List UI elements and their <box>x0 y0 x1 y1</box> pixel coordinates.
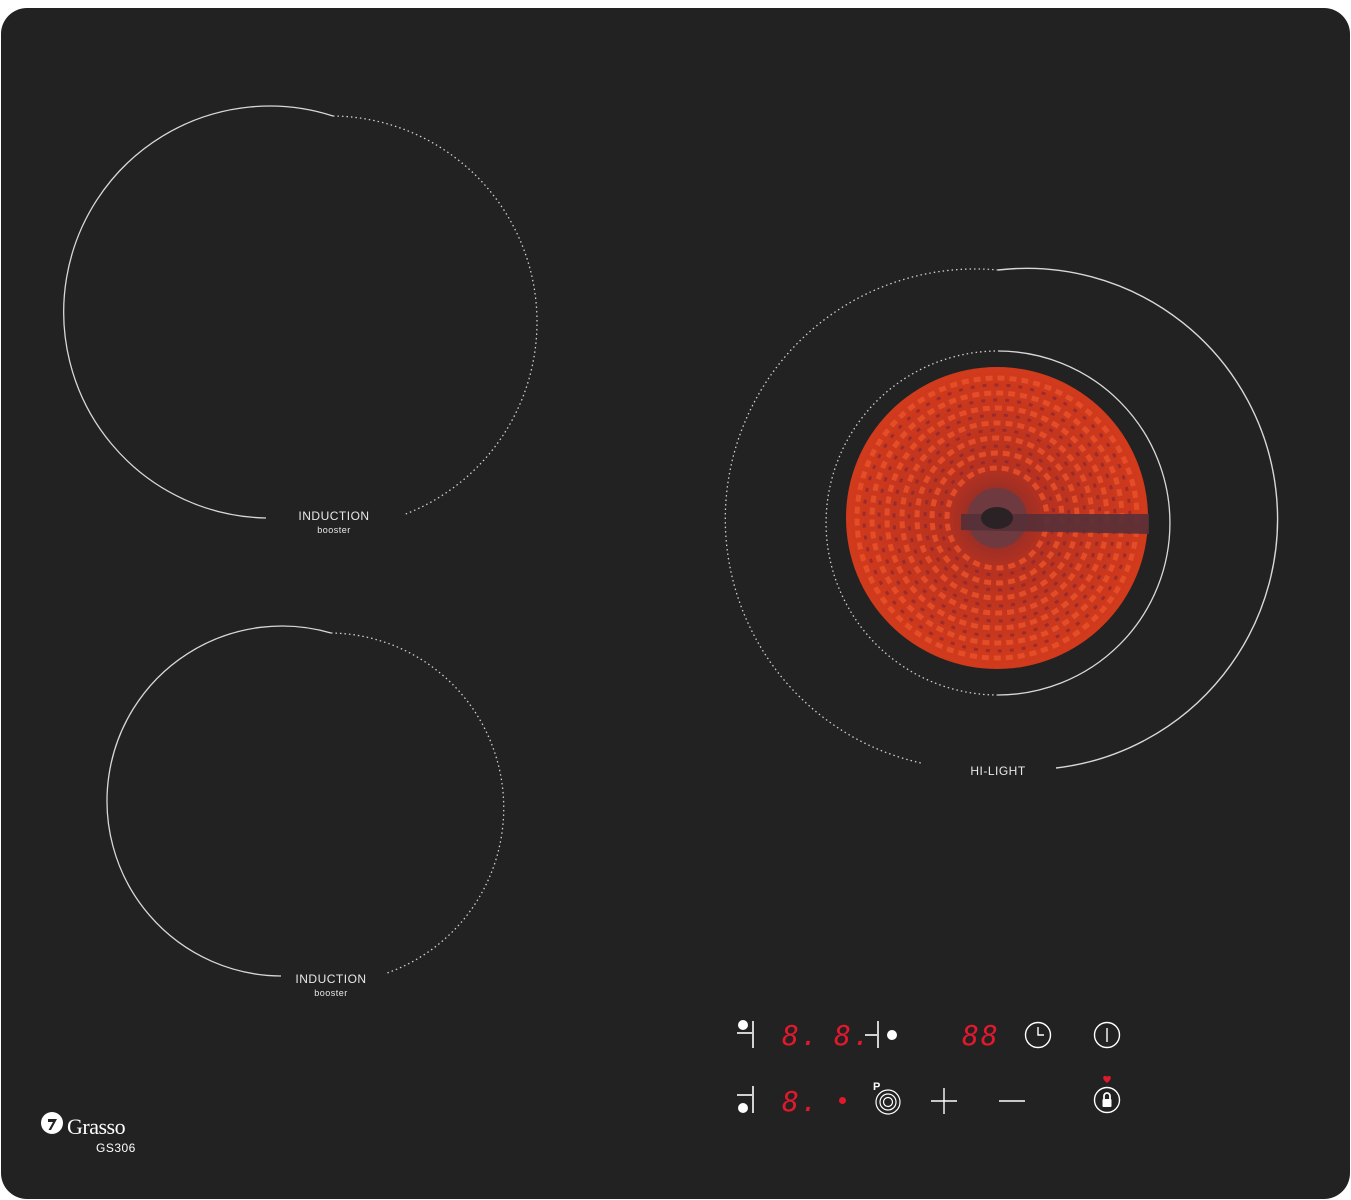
zone-right-label: HI-LIGHT <box>970 764 1025 778</box>
cooktop-surface: INDUCTION booster INDUCTION booster HI-L… <box>1 8 1350 1199</box>
brand-logo-icon <box>41 1112 63 1134</box>
plus-icon[interactable] <box>929 1086 959 1116</box>
zone-bottom-left-ring <box>106 625 505 977</box>
zone-top-left-subtitle: booster <box>317 525 351 535</box>
zone-front-left-icon[interactable] <box>734 1082 760 1118</box>
zone-bottom-left-label: INDUCTION booster <box>295 972 366 998</box>
brand-name: Grasso <box>67 1114 126 1139</box>
display-timer: 88 <box>962 1019 1000 1052</box>
zone-right-title: HI-LIGHT <box>970 764 1026 778</box>
heating-element <box>846 367 1149 669</box>
minus-icon[interactable] <box>998 1093 1026 1109</box>
zone-rear-left-icon[interactable] <box>734 1016 760 1050</box>
display-rear-left: 8. <box>782 1019 820 1052</box>
model-number: GS306 <box>96 1141 136 1155</box>
clock-icon[interactable] <box>1022 1019 1054 1051</box>
lock-indicator-icon <box>1102 1071 1112 1083</box>
indicator-dot <box>839 1097 846 1104</box>
zone-bottom-left-title: INDUCTION <box>295 972 367 986</box>
zone-top-left-title: INDUCTION <box>298 509 370 523</box>
zone-rear-right-icon[interactable] <box>863 1016 899 1050</box>
zone-bottom-left-subtitle: booster <box>314 988 348 998</box>
power-icon[interactable] <box>1091 1019 1123 1051</box>
display-front-left: 8. <box>782 1085 820 1118</box>
zone-top-left-label: INDUCTION booster <box>298 509 369 535</box>
zone-top-left-ring <box>63 105 538 519</box>
svg-text:P: P <box>873 1081 880 1093</box>
cooktop-markings <box>63 105 1279 977</box>
booster-p-icon[interactable]: P <box>871 1078 905 1116</box>
lock-icon[interactable] <box>1091 1084 1123 1116</box>
